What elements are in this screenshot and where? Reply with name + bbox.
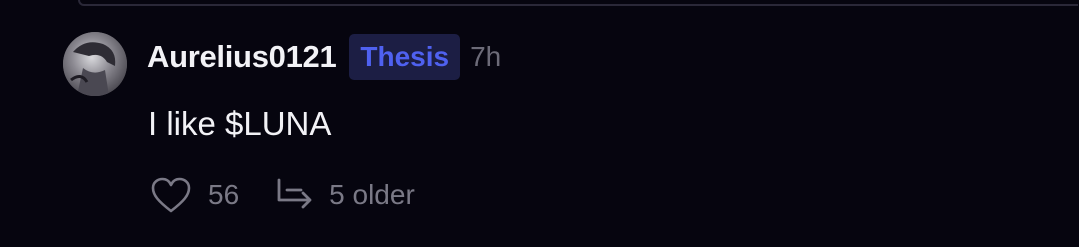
avatar-image: [63, 32, 127, 96]
thread-connector-line: [78, 0, 1078, 6]
like-button[interactable]: 56: [150, 176, 239, 214]
heart-icon: [150, 176, 192, 214]
older-replies-button[interactable]: 5 older: [275, 178, 415, 212]
older-replies-label: 5 older: [329, 179, 415, 210]
timestamp: 7h: [470, 41, 502, 72]
comment-card: Aurelius0121 Thesis 7h I like $LUNA 56 5…: [0, 0, 1079, 247]
avatar[interactable]: [63, 32, 127, 96]
comment-header: Aurelius0121 Thesis 7h: [147, 33, 501, 81]
comment-actions: 56 5 older: [150, 172, 415, 218]
thesis-badge: Thesis: [349, 34, 461, 80]
comment-text: I like $LUNA: [148, 105, 332, 142]
like-count: 56: [208, 179, 240, 210]
reply-arrow-icon: [275, 178, 315, 212]
username[interactable]: Aurelius0121: [147, 39, 337, 75]
